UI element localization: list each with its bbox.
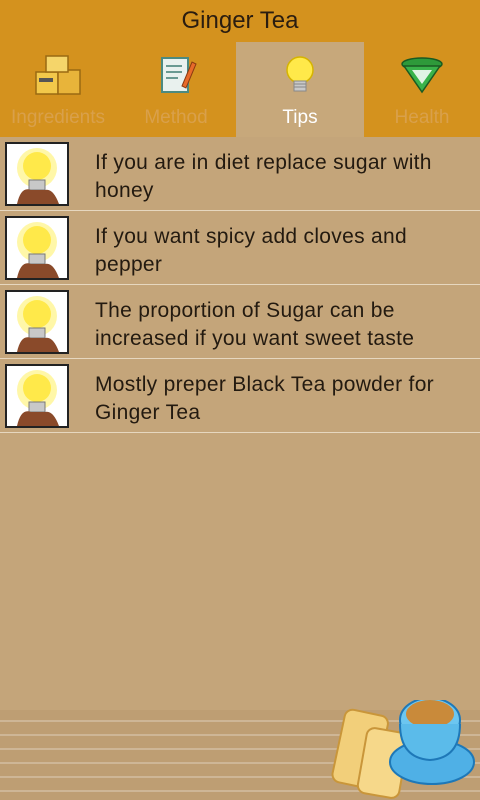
- tab-tips[interactable]: Tips: [236, 42, 364, 137]
- list-item[interactable]: Mostly preper Black Tea powder for Ginge…: [0, 359, 480, 433]
- lightbulb-icon: [5, 216, 69, 280]
- lightbulb-icon: [5, 290, 69, 354]
- list-item[interactable]: If you want spicy add cloves and pepper: [0, 211, 480, 285]
- tab-health[interactable]: Health: [364, 42, 480, 137]
- notepad-icon: [161, 57, 197, 93]
- tab-method[interactable]: Method: [116, 42, 236, 137]
- tab-ingredients[interactable]: Ingredients: [0, 42, 116, 137]
- tea-cup-illustration: [0, 700, 480, 800]
- tab-label: Ingredients: [10, 107, 105, 128]
- title-bar: Ginger Tea: [0, 0, 480, 42]
- tab-label: Health: [394, 107, 450, 128]
- tab-bar: Ingredients Method Tips Health: [0, 42, 480, 137]
- tips-list: If you are in diet replace sugar with ho…: [0, 137, 480, 433]
- tip-text: If you are in diet replace sugar with ho…: [95, 151, 432, 202]
- list-item[interactable]: The proportion of Sugar can be increased…: [0, 285, 480, 359]
- lightbulb-icon: [5, 142, 69, 206]
- scale-icon: [401, 57, 443, 94]
- tip-text: The proportion of Sugar can be increased…: [95, 299, 415, 350]
- tip-text: If you want spicy add cloves and pepper: [95, 225, 407, 276]
- tab-label: Tips: [282, 107, 318, 128]
- list-item[interactable]: If you are in diet replace sugar with ho…: [0, 137, 480, 211]
- tab-label: Method: [144, 107, 208, 128]
- app-title: Ginger Tea: [181, 7, 299, 34]
- lightbulb-icon: [286, 56, 314, 92]
- tip-text: Mostly preper Black Tea powder for Ginge…: [95, 373, 434, 424]
- lightbulb-icon: [5, 364, 69, 428]
- boxes-icon: [35, 55, 81, 95]
